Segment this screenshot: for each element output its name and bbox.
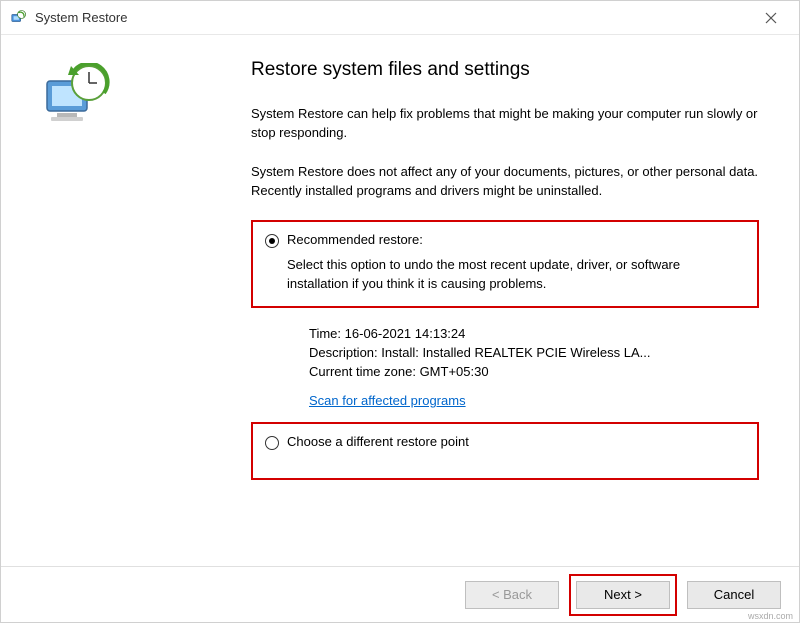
detail-time: Time: 16-06-2021 14:13:24 [309, 326, 759, 341]
cancel-button[interactable]: Cancel [687, 581, 781, 609]
recommended-restore-label: Recommended restore: [287, 232, 423, 247]
wizard-icon [41, 63, 111, 133]
window-title: System Restore [35, 10, 751, 25]
dialog-body: Restore system files and settings System… [1, 35, 799, 565]
watermark: wsxdn.com [748, 611, 793, 621]
scan-affected-programs-link[interactable]: Scan for affected programs [309, 393, 466, 408]
detail-description: Description: Install: Installed REALTEK … [309, 345, 759, 360]
footer: < Back Next > Cancel [1, 566, 799, 622]
content: Restore system files and settings System… [191, 35, 799, 565]
next-button[interactable]: Next > [576, 581, 670, 609]
recommended-restore-radio[interactable]: Recommended restore: [265, 232, 745, 248]
intro-paragraph-2: System Restore does not affect any of yo… [251, 163, 759, 201]
different-restore-point-label: Choose a different restore point [287, 434, 469, 449]
intro-paragraph-1: System Restore can help fix problems tha… [251, 105, 759, 143]
detail-timezone: Current time zone: GMT+05:30 [309, 364, 759, 379]
back-button: < Back [465, 581, 559, 609]
recommended-restore-description: Select this option to undo the most rece… [287, 256, 745, 294]
system-restore-window: System Restore [0, 0, 800, 623]
different-restore-point-highlight: Choose a different restore point [251, 422, 759, 480]
radio-icon [265, 436, 279, 450]
page-heading: Restore system files and settings [251, 59, 759, 81]
app-icon [9, 9, 27, 27]
titlebar: System Restore [1, 1, 799, 35]
restore-point-details: Time: 16-06-2021 14:13:24 Description: I… [309, 326, 759, 379]
radio-icon [265, 234, 279, 248]
close-button[interactable] [751, 4, 791, 32]
recommended-restore-highlight: Recommended restore: Select this option … [251, 220, 759, 308]
different-restore-point-radio[interactable]: Choose a different restore point [265, 434, 745, 450]
next-button-highlight: Next > [569, 574, 677, 616]
sidebar [1, 35, 191, 565]
